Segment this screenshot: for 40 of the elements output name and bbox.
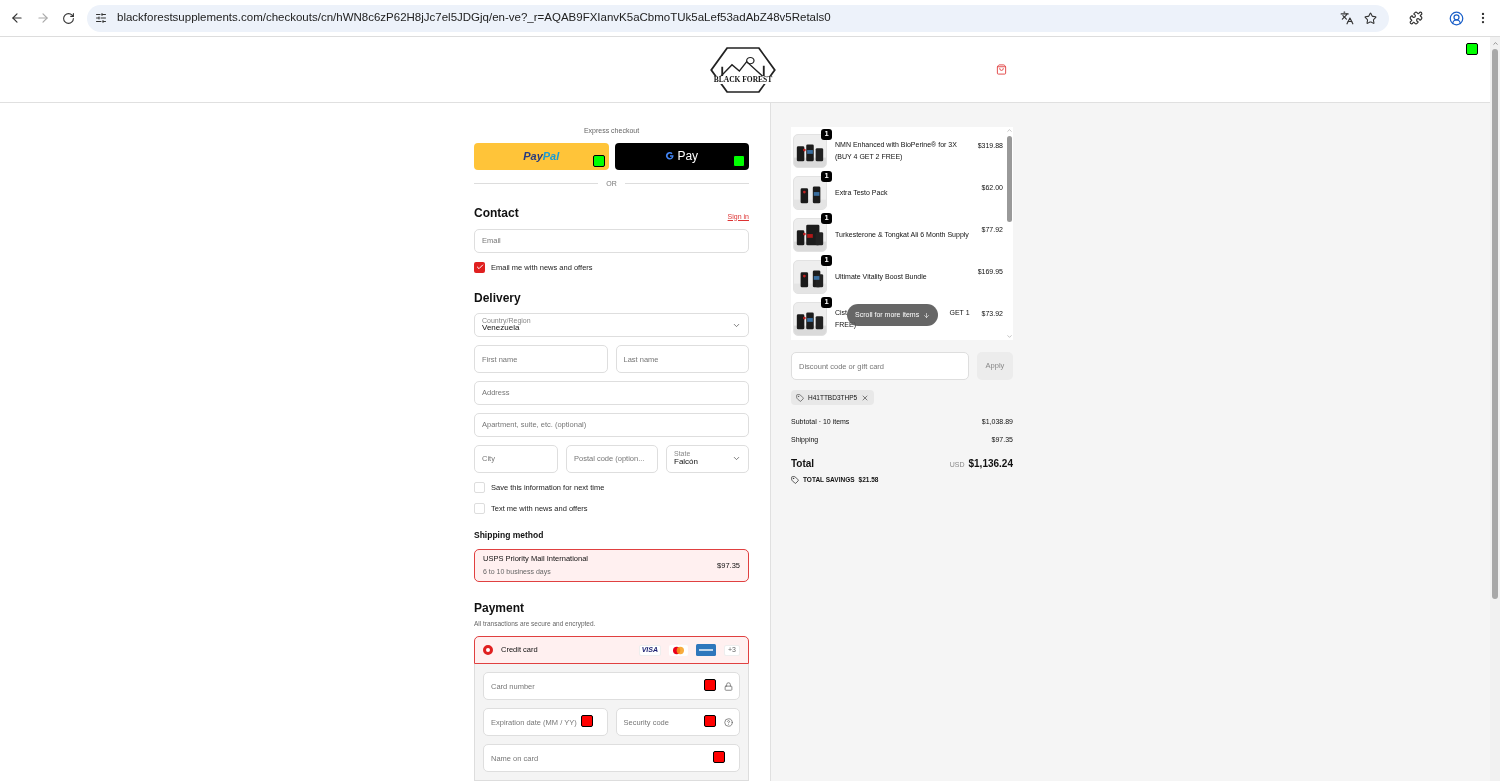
site-settings-icon[interactable] — [95, 12, 107, 24]
tag-icon — [796, 393, 804, 402]
extensions-icon[interactable] — [1409, 11, 1423, 25]
remove-icon[interactable] — [861, 393, 870, 402]
marker-square — [1466, 43, 1478, 55]
reload-icon[interactable] — [62, 11, 75, 25]
help-icon[interactable] — [724, 717, 733, 727]
total-value: $1,136.24 — [968, 457, 1013, 471]
arrow-down-icon — [923, 311, 931, 319]
payment-heading: Payment — [474, 600, 526, 618]
translate-icon[interactable] — [1340, 11, 1354, 25]
marker-square — [592, 154, 605, 167]
back-icon[interactable] — [10, 11, 24, 25]
lock-icon — [724, 681, 733, 691]
total-label: Total — [791, 457, 815, 471]
scroll-up-icon[interactable] — [1491, 40, 1499, 47]
checkbox[interactable] — [474, 503, 485, 514]
google-g-icon — [665, 151, 676, 161]
marker-square — [704, 679, 716, 691]
delivery-heading: Delivery — [474, 290, 522, 307]
contact-heading: Contact — [474, 205, 519, 222]
marker-square — [733, 154, 745, 167]
shipping-method-heading: Shipping method — [474, 529, 545, 542]
google-pay-button[interactable]: Pay — [614, 142, 749, 170]
forward-icon[interactable] — [36, 11, 50, 25]
star-icon[interactable] — [1364, 11, 1377, 25]
mastercard-icon — [669, 644, 688, 656]
cart-icon[interactable] — [996, 64, 1007, 75]
radio-button[interactable] — [483, 645, 493, 655]
marker-square — [713, 751, 725, 763]
checkbox[interactable] — [474, 481, 485, 493]
url-text: blackforestsupplements.com/checkouts/cn/hWN8c6zP62H8jJc7el5JDGjq/en-ve?_r=AQAB9FXIanvK5aCbmoTUk5aLef53adAbZ48v5Retals0 — [117, 10, 832, 26]
paypal-button[interactable]: PayPal — [474, 142, 609, 170]
checkbox[interactable] — [474, 261, 485, 273]
marker-square — [704, 715, 716, 727]
page-scrollbar[interactable] — [1490, 37, 1500, 781]
profile-icon[interactable] — [1449, 10, 1464, 26]
amex-card-icon — [696, 644, 716, 656]
address-bar[interactable]: blackforestsupplements.com/checkouts/cn/hWN8c6zP62H8jJc7el5JDGjq/en-ve?_r=AQAB9FXIanvK5aCbmoTUk5aLef53adAbZ48v5Retals0 — [87, 4, 1389, 32]
savings-tag-icon — [791, 475, 799, 484]
